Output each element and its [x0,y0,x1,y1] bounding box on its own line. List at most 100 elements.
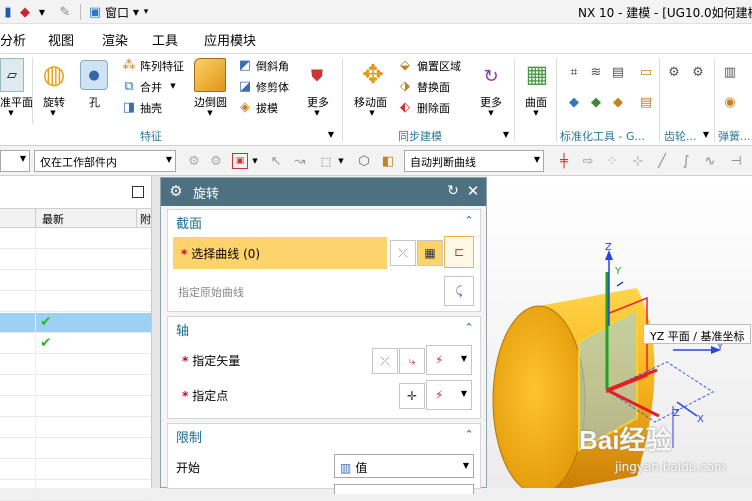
pattern-icon[interactable]: ⁂ [120,57,138,73]
chamfer-icon[interactable]: ◩ [236,57,254,73]
trim-body-icon[interactable]: ◪ [236,78,254,94]
curve-tool-2-icon[interactable]: ⇨ [580,153,596,169]
group-expand-icon[interactable]: ▼ [325,128,337,140]
chevron-down-icon[interactable]: ▼ [168,80,178,92]
vector-type-dropdown[interactable]: ⚡ ▼ [426,345,472,375]
column-divider[interactable] [35,209,36,228]
table-row[interactable] [0,439,151,459]
point-dialog-button[interactable]: ✛ [399,383,425,409]
std-tool-2-icon[interactable]: ≋ [588,64,604,80]
scope-filter-dropdown[interactable]: 仅在工作部件内 ▼ [34,150,176,172]
table-row[interactable] [0,481,151,501]
section-limits-title[interactable]: 限制 [176,427,202,446]
draft-button[interactable]: 拔模 [256,100,278,116]
revolve-icon[interactable]: ◍ [40,58,68,92]
curve-section-button[interactable]: ⊏ [444,236,474,268]
collapse-icon[interactable]: ⌃ [462,320,476,334]
table-row[interactable] [0,229,151,249]
shell-icon[interactable]: ◨ [120,99,138,115]
maximize-icon[interactable] [132,186,144,198]
menu-view[interactable]: 视图 [48,30,74,49]
table-row[interactable] [0,271,151,291]
std-tool-6-icon[interactable]: ◆ [610,94,626,110]
collapse-icon[interactable]: ⌃ [462,427,476,441]
table-row[interactable] [0,418,151,438]
surface-icon[interactable]: ▦ [522,58,552,90]
curve-tool-6-icon[interactable]: ∫ [678,153,694,169]
std-tool-8-icon[interactable]: ▤ [638,94,654,110]
paint-icon[interactable]: ✎ [54,3,76,21]
curve-tool-5-icon[interactable]: ╱ [654,153,670,169]
curve-tool-3-icon[interactable]: ⁘ [604,153,620,169]
unite-icon[interactable]: ⧉ [120,78,138,94]
reverse-direction-button[interactable]: ⤫ [372,348,398,374]
snap-2-icon[interactable]: ⚙ [208,153,224,169]
reset-icon[interactable]: ↻ [444,182,462,200]
hole-button[interactable]: 孔 [89,94,100,110]
chevron-down-icon[interactable]: ▼ [36,4,48,20]
delete-face-icon[interactable]: ⬖ [396,99,414,115]
pattern-feature-button[interactable]: 阵列特征 [140,58,184,74]
origin-curve-button[interactable]: ⤹ [444,276,474,306]
datum-plane-button[interactable]: 准平面 [0,94,33,110]
close-icon[interactable]: ✕ [464,182,482,200]
start-value-field[interactable] [334,484,474,494]
delete-face-button[interactable]: 删除面 [417,100,450,116]
offset-region-icon[interactable]: ⬙ [396,57,414,73]
shell-button[interactable]: 抽壳 [140,100,162,116]
std-tool-5-icon[interactable]: ◆ [588,94,604,110]
vector-dialog-button[interactable]: ⤷ [399,348,425,374]
move-face-icon[interactable]: ✥ [356,58,390,92]
draft-icon[interactable]: ◈ [236,99,254,115]
select-curve-row[interactable]: * 选择曲线 (0) [173,237,387,269]
table-row[interactable] [0,250,151,270]
table-row[interactable] [0,460,151,480]
curve-tool-8-icon[interactable]: ⊣ [728,153,744,169]
column-extra[interactable]: 附 [140,211,151,227]
rect-select-icon[interactable]: ⬚ [318,153,334,169]
solid-icon[interactable]: ◧ [380,153,396,169]
more-sync-icon[interactable]: ↻ [478,64,504,88]
table-row[interactable]: ✔ [0,334,151,354]
sketch-section-button[interactable]: ▦ [417,240,443,266]
graphics-viewport[interactable]: Z Y Y Z X YZ 平面 / 基准坐标 Bai经验 jingyan.bai… [487,176,752,488]
curve-tool-1-icon[interactable]: ╪ [556,153,572,169]
pointer-icon[interactable]: ↖ [268,153,284,169]
type-filter-dropdown[interactable]: ▼ [0,150,30,172]
collapse-icon[interactable]: ⌃ [462,213,476,227]
menu-analysis[interactable]: 分析 [0,30,26,49]
std-tool-3-icon[interactable]: ▤ [610,64,626,80]
more-features-icon[interactable]: ⛊ [304,64,330,88]
chevron-down-icon[interactable]: ▼ [336,155,346,167]
curve-rule-button[interactable]: ⤫ [390,240,416,266]
start-type-dropdown[interactable]: ▥ 值 ▼ [334,454,474,478]
trim-body-button[interactable]: 修剪体 [256,79,289,95]
window-menu[interactable]: 窗口 [105,4,129,21]
gear-tool-1-icon[interactable]: ⚙ [666,64,682,80]
offset-region-button[interactable]: 偏置区域 [417,58,461,74]
customize-arrow-icon[interactable]: ▾ [140,4,152,20]
column-latest[interactable]: 最新 [42,211,64,227]
table-row[interactable]: ✔ [0,313,151,333]
cylinder-end-face[interactable] [492,305,586,488]
table-row[interactable] [0,292,151,312]
edge-blend-icon[interactable] [194,58,226,92]
column-divider[interactable] [136,209,137,228]
replace-face-button[interactable]: 替换面 [417,79,450,95]
cube-icon[interactable]: ⬡ [356,153,372,169]
datum-plane-icon[interactable]: ▱ [0,58,24,92]
snap-icon[interactable]: ⚙ [186,153,202,169]
select-filter-icon[interactable]: ▣ [232,153,248,169]
lasso-icon[interactable]: ↝ [292,153,308,169]
group-expand-icon[interactable]: ▼ [700,128,712,140]
spring-tool-2-icon[interactable]: ◉ [722,94,738,110]
curve-rule-dropdown[interactable]: 自动判断曲线 ▼ [404,150,544,172]
spring-tool-1-icon[interactable]: ▥ [722,64,738,80]
gear-tool-2-icon[interactable]: ⚙ [690,64,706,80]
unite-button[interactable]: 合并 [140,79,162,95]
hole-icon[interactable]: ● [80,60,108,90]
chamfer-button[interactable]: 倒斜角 [256,58,289,74]
menu-tools[interactable]: 工具 [152,30,178,49]
save-icon[interactable]: ▮ [0,3,16,21]
table-row[interactable] [0,355,151,375]
